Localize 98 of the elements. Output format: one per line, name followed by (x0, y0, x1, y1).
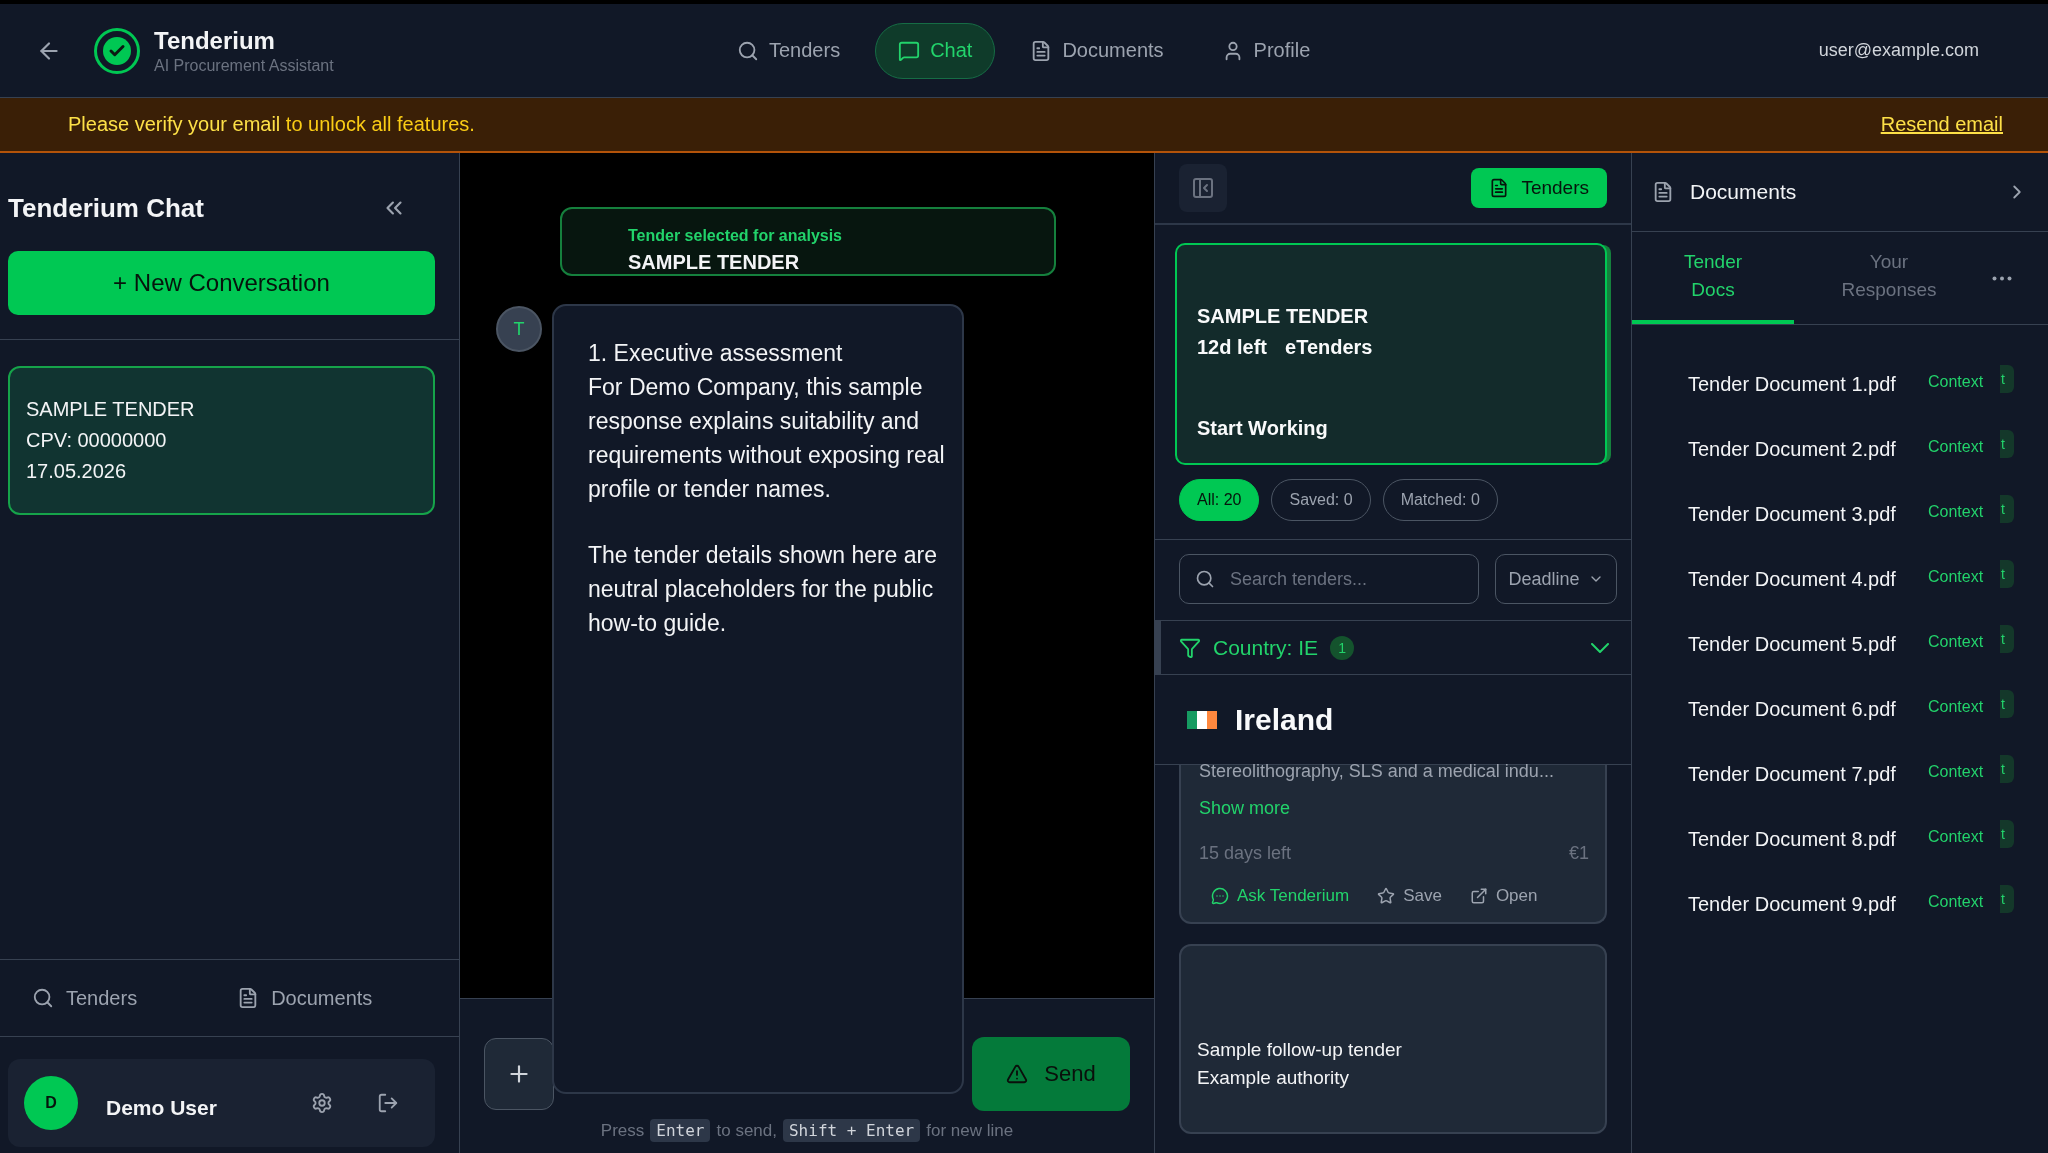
search-field[interactable]: Search tenders... (1179, 554, 1479, 604)
conversation-text: 17.05.2026 (26, 460, 128, 483)
context-tag: Context (1928, 437, 2000, 456)
document-action-button[interactable]: t (2000, 689, 2014, 718)
context-tag: Context (1928, 827, 2000, 846)
filter-chip[interactable]: All: 20 (1179, 479, 1260, 521)
search-icon (1195, 569, 1215, 589)
context-tag: Context (1928, 632, 2000, 651)
context-tag: Context (1928, 567, 2000, 586)
days-left: 12d left (1197, 336, 1268, 359)
tender-action-button[interactable]: Ask Tenderium (1211, 886, 1350, 906)
message-text: 1. Executive assessment For Demo Company, this sample response explains suitability and requirements without exposing real profile or tender names. (588, 339, 946, 504)
documents-title: Documents (1690, 180, 1798, 204)
key-hint: Enter (650, 1119, 711, 1142)
document-name[interactable]: Tender Document 3.pdf (1688, 503, 1920, 526)
document-name[interactable]: Tender Document 5.pdf (1688, 633, 1920, 656)
key-hint: Shift + Enter (783, 1119, 921, 1142)
filter-icon (1179, 636, 1201, 659)
document-name[interactable]: Tender Document 8.pdf (1688, 828, 1920, 851)
search-icon (737, 39, 759, 62)
chat-bubble-icon (1211, 887, 1229, 905)
app-subtitle: AI Procurement Assistant (154, 56, 335, 75)
context-tag: Context (1928, 502, 2000, 521)
user-email: user@example.com (1818, 40, 1979, 61)
document-action-button[interactable]: t (2000, 364, 2014, 393)
hint-text: Press (600, 1120, 645, 1141)
document-name[interactable]: Tender Document 4.pdf (1688, 568, 1920, 591)
document-action-button[interactable]: t (2000, 819, 2014, 848)
hint-text: for new line (926, 1120, 1014, 1141)
document-action-button[interactable]: t (2000, 559, 2014, 588)
tender-authority: Example authority (1197, 1066, 1351, 1090)
sidebar-link[interactable]: Tenders (26, 985, 144, 1011)
document-name[interactable]: Tender Document 6.pdf (1688, 698, 1920, 721)
nav-tab[interactable]: Profile (1198, 22, 1334, 79)
document-name[interactable]: Tender Document 7.pdf (1688, 763, 1920, 786)
app-name: Tenderium (154, 26, 276, 55)
document-name[interactable]: Tender Document 9.pdf (1688, 893, 1920, 916)
star-icon (1377, 887, 1396, 905)
sidebar-link[interactable]: Documents (231, 985, 379, 1011)
chevron-down-icon (1591, 642, 1609, 653)
document-name[interactable]: Tender Document 2.pdf (1688, 438, 1920, 461)
panel-toggle-button[interactable] (1179, 164, 1227, 212)
hint-text: to send, (716, 1120, 777, 1141)
conversation-text: CPV: 00000000 (26, 429, 168, 452)
context-tag: Context (1928, 697, 2000, 716)
selected-tender-caption: Tender selected for analysis (628, 227, 843, 245)
message-text: The tender details shown here are neutral placeholders for the public how-to guide. (588, 541, 939, 638)
document-action-button[interactable]: t (2000, 494, 2014, 523)
nav-tab[interactable]: Tenders (714, 22, 864, 79)
context-tag: Context (1928, 372, 2000, 391)
tender-source: eTenders (1285, 336, 1373, 359)
nav-tab[interactable]: Documents (1007, 22, 1187, 79)
assistant-avatar: T (496, 306, 542, 352)
search-icon (32, 987, 54, 1009)
documents-tab[interactable]: Your Responses (1794, 232, 1984, 324)
start-working-button[interactable]: Start Working (1197, 417, 1585, 440)
tender-action-button[interactable]: Save (1377, 886, 1442, 906)
more-icon (1992, 275, 2012, 281)
user-avatar: D (24, 1076, 78, 1130)
warning-icon (1006, 1063, 1029, 1085)
verify-email-message: Please verify your email to unlock all features. (68, 113, 475, 136)
tender-title: SAMPLE TENDER (1197, 305, 1370, 328)
tender-card[interactable]: Sample follow-up tender Example authority (1179, 944, 1607, 1134)
sort-dropdown[interactable]: Deadline (1495, 554, 1617, 604)
context-tag: Context (1928, 892, 2000, 911)
context-tag: Context (1928, 762, 2000, 781)
show-more-link[interactable]: Show more (1199, 798, 1589, 819)
sidebar-title: Tenderium Chat (8, 192, 204, 224)
tender-value: €1 (1568, 843, 1589, 864)
chat-bubble-icon (898, 39, 921, 62)
document-action-button[interactable]: t (2000, 754, 2014, 783)
tender-title: Sample follow-up tender (1197, 1038, 1403, 1062)
documents-tab[interactable]: Tender Docs (1632, 232, 1794, 324)
conversation-text: SAMPLE TENDER (26, 398, 196, 421)
document-name[interactable]: Tender Document 1.pdf (1688, 373, 1920, 396)
tenders-button[interactable]: Tenders (1471, 168, 1607, 208)
resend-email-link[interactable]: Resend email (1880, 113, 2003, 136)
new-conversation-button[interactable]: + New Conversation (8, 251, 435, 315)
flag-icon (1187, 708, 1217, 731)
tender-action-button[interactable]: Open (1469, 886, 1538, 906)
country-heading: Ireland (1235, 702, 1334, 737)
send-button[interactable]: Send (972, 1037, 1130, 1111)
days-left: 15 days left (1199, 843, 1292, 864)
document-action-button[interactable]: t (2000, 624, 2014, 653)
conversation-card[interactable]: SAMPLE TENDER CPV: 00000000 17.05.2026 (8, 366, 435, 515)
settings-icon (311, 1092, 333, 1114)
selected-tender-title: SAMPLE TENDER (628, 251, 801, 274)
logout-icon (377, 1092, 399, 1114)
external-link-icon (1469, 887, 1488, 905)
user-name: Demo User (106, 1096, 218, 1120)
document-icon (1652, 181, 1674, 203)
logo-icon (94, 27, 140, 74)
document-action-button[interactable]: t (2000, 884, 2014, 913)
document-icon (1489, 178, 1510, 198)
nav-tab[interactable]: Chat (875, 22, 996, 79)
panel-icon (1191, 176, 1215, 200)
document-action-button[interactable]: t (2000, 429, 2014, 458)
tender-description: Stereolithography, SLS and a medical indu... (1199, 761, 1555, 782)
